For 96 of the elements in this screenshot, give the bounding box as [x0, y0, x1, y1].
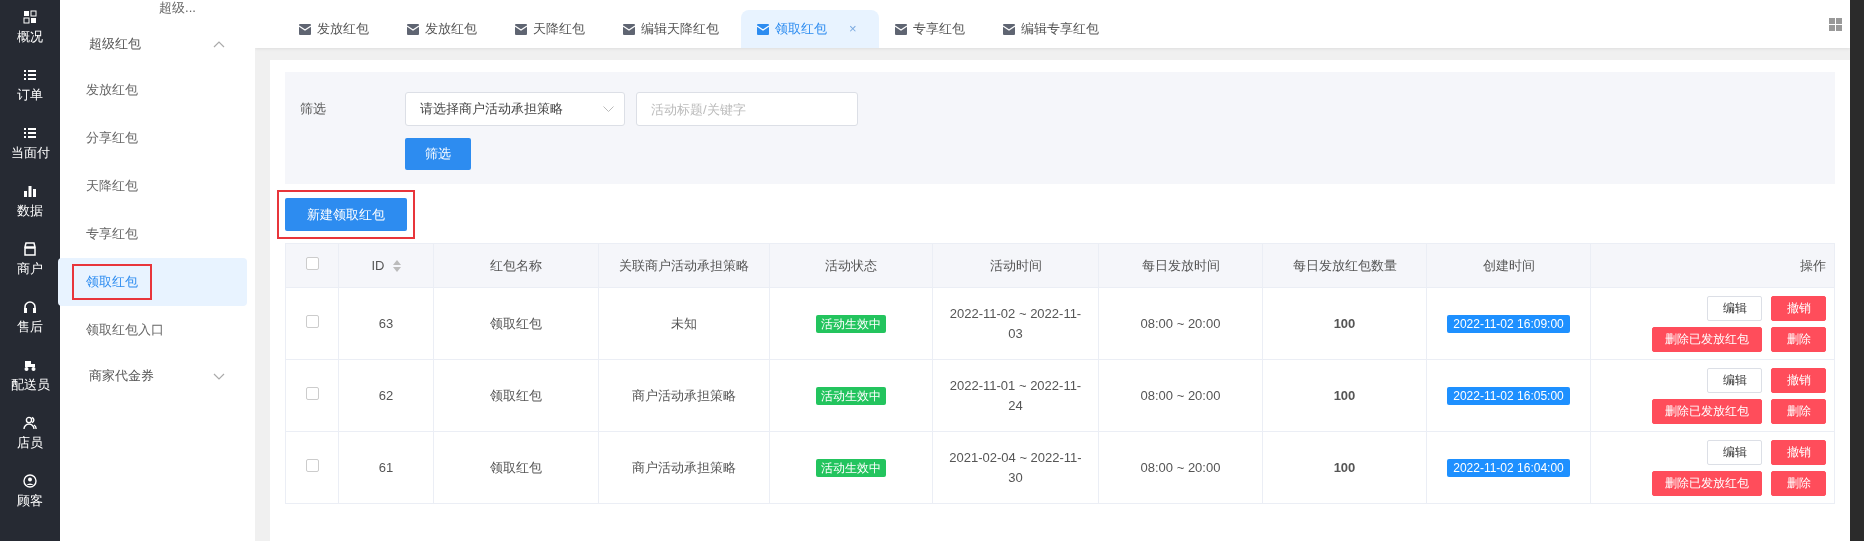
table-cell: 08:00 ~ 20:00: [1140, 459, 1221, 475]
sidebar-item[interactable]: 超级...: [60, 0, 255, 22]
table-cell: 领取红包: [490, 459, 542, 475]
group-label: 超级红包: [89, 35, 141, 54]
column-header: 关联商户活动承担策略: [619, 257, 749, 273]
item-label: 天降红包: [85, 177, 139, 196]
column-header: 每日发放时间: [1141, 257, 1220, 273]
table-cell: 2022-11-02 ~ 2022-11-03: [949, 306, 1082, 341]
column-header: 每日发放红包数量: [1292, 257, 1397, 273]
highlighted-item-label: 领取红包: [74, 266, 150, 298]
table-cell: 2022-11-02 16:09:00: [1447, 314, 1570, 333]
envelope-icon: [1002, 23, 1015, 35]
table-cell: 商户活动承担策略: [632, 459, 736, 475]
chevron-up-icon: [213, 40, 225, 48]
sidebar-item[interactable]: 发放红包: [58, 66, 247, 114]
headset-icon: [23, 300, 37, 314]
table-cell: 活动生效中: [816, 386, 886, 405]
edit-button[interactable]: 编辑: [1707, 295, 1762, 321]
envelope-icon: [757, 23, 769, 35]
table-cell: 63: [378, 315, 394, 331]
table-cell: 未知: [671, 315, 697, 331]
tab[interactable]: 发放红包: [283, 10, 391, 48]
sidebar-group[interactable]: 商家代金券: [60, 354, 255, 398]
dashboard-icon: [23, 10, 37, 24]
chevron-down-icon: [213, 372, 225, 380]
rail-menu-item[interactable]: 概况: [0, 10, 60, 68]
checkbox[interactable]: [305, 458, 319, 472]
envelope-icon: [894, 23, 907, 35]
item-label: 领取红包入口: [85, 321, 165, 340]
strategy-select[interactable]: 请选择商户活动承担策略: [405, 92, 625, 126]
rail-menu-item[interactable]: 顾客: [0, 474, 60, 532]
item-label: 分享红包: [85, 129, 139, 148]
table-cell: 100: [1333, 387, 1356, 403]
tab[interactable]: 发放红包: [391, 10, 499, 48]
envelope-icon: [515, 23, 527, 35]
sort-icon[interactable]: [392, 260, 401, 273]
table-cell: 2022-11-01 ~ 2022-11-24: [949, 378, 1082, 413]
table-cell: 领取红包: [490, 315, 542, 331]
user-circle-icon: [23, 474, 37, 488]
edit-button[interactable]: 编辑: [1707, 439, 1762, 465]
column-header: 创建时间: [1482, 257, 1535, 273]
table-cell: 62: [378, 387, 394, 403]
table-cell: 2021-02-04 ~ 2022-11-30: [949, 450, 1082, 485]
checkbox[interactable]: [305, 314, 319, 328]
table-cell: 活动生效中: [816, 314, 886, 333]
table-cell: 2022-11-02 16:04:00: [1447, 458, 1570, 477]
envelope-icon: [407, 23, 419, 35]
table-cell: 活动生效中: [816, 458, 886, 477]
tab[interactable]: 编辑天降红包: [607, 10, 741, 48]
list-icon: [23, 126, 37, 140]
column-header: ID: [371, 257, 385, 273]
sidebar-item[interactable]: 专享红包: [58, 210, 247, 258]
column-header: 操作: [1800, 257, 1826, 273]
keyword-input[interactable]: 活动标题/关键字: [636, 92, 858, 126]
filter-label: 筛选: [300, 100, 327, 118]
checkbox[interactable]: [305, 256, 319, 270]
sidebar-item[interactable]: 天降红包: [58, 162, 247, 210]
checkbox[interactable]: [305, 386, 319, 400]
sidebar-item[interactable]: 领取红包入口: [58, 306, 247, 354]
rail-menu-item[interactable]: 订单: [0, 68, 60, 126]
list-icon: [23, 68, 37, 82]
rail-menu-item[interactable]: 商户: [0, 242, 60, 300]
envelope-icon: [299, 23, 311, 35]
table-cell: 08:00 ~ 20:00: [1140, 315, 1221, 331]
grid-menu-icon[interactable]: [1829, 17, 1842, 31]
store-icon: [23, 242, 37, 256]
table-cell: 100: [1333, 459, 1356, 475]
group-label: 商家代金券: [89, 367, 154, 386]
rail-menu-item[interactable]: 配送员: [0, 358, 60, 416]
column-header: 活动状态: [825, 257, 877, 273]
envelope-icon: [623, 23, 635, 35]
tab[interactable]: 专享红包: [878, 10, 987, 48]
chevron-down-icon: [603, 106, 614, 112]
sidebar-item[interactable]: 分享红包: [58, 114, 247, 162]
scrollbar[interactable]: [1850, 0, 1864, 541]
column-header: 红包名称: [490, 257, 542, 273]
column-header: 活动时间: [989, 257, 1042, 273]
bar-chart-icon: [23, 184, 37, 198]
edit-button[interactable]: 编辑: [1707, 367, 1762, 393]
sidebar-group[interactable]: 超级红包: [60, 22, 255, 66]
rail-menu-item[interactable]: 店员: [0, 416, 60, 474]
item-label: 发放红包: [85, 81, 139, 100]
tab[interactable]: 编辑专享红包: [986, 10, 1121, 48]
table-cell: 61: [378, 459, 394, 475]
tab[interactable]: 天降红包: [499, 10, 607, 48]
table-cell: 领取红包: [490, 387, 542, 403]
item-label: 专享红包: [85, 225, 139, 244]
rail-menu-item[interactable]: 售后: [0, 300, 60, 358]
rail-menu-item[interactable]: 数据: [0, 184, 60, 242]
table-cell: 商户活动承担策略: [632, 387, 736, 403]
table-cell: 08:00 ~ 20:00: [1140, 387, 1221, 403]
table-cell: 100: [1333, 315, 1356, 331]
scooter-icon: [23, 358, 37, 372]
users-icon: [23, 416, 37, 430]
rail-menu-item[interactable]: 当面付: [0, 126, 60, 184]
table-cell: 2022-11-02 16:05:00: [1447, 386, 1570, 405]
